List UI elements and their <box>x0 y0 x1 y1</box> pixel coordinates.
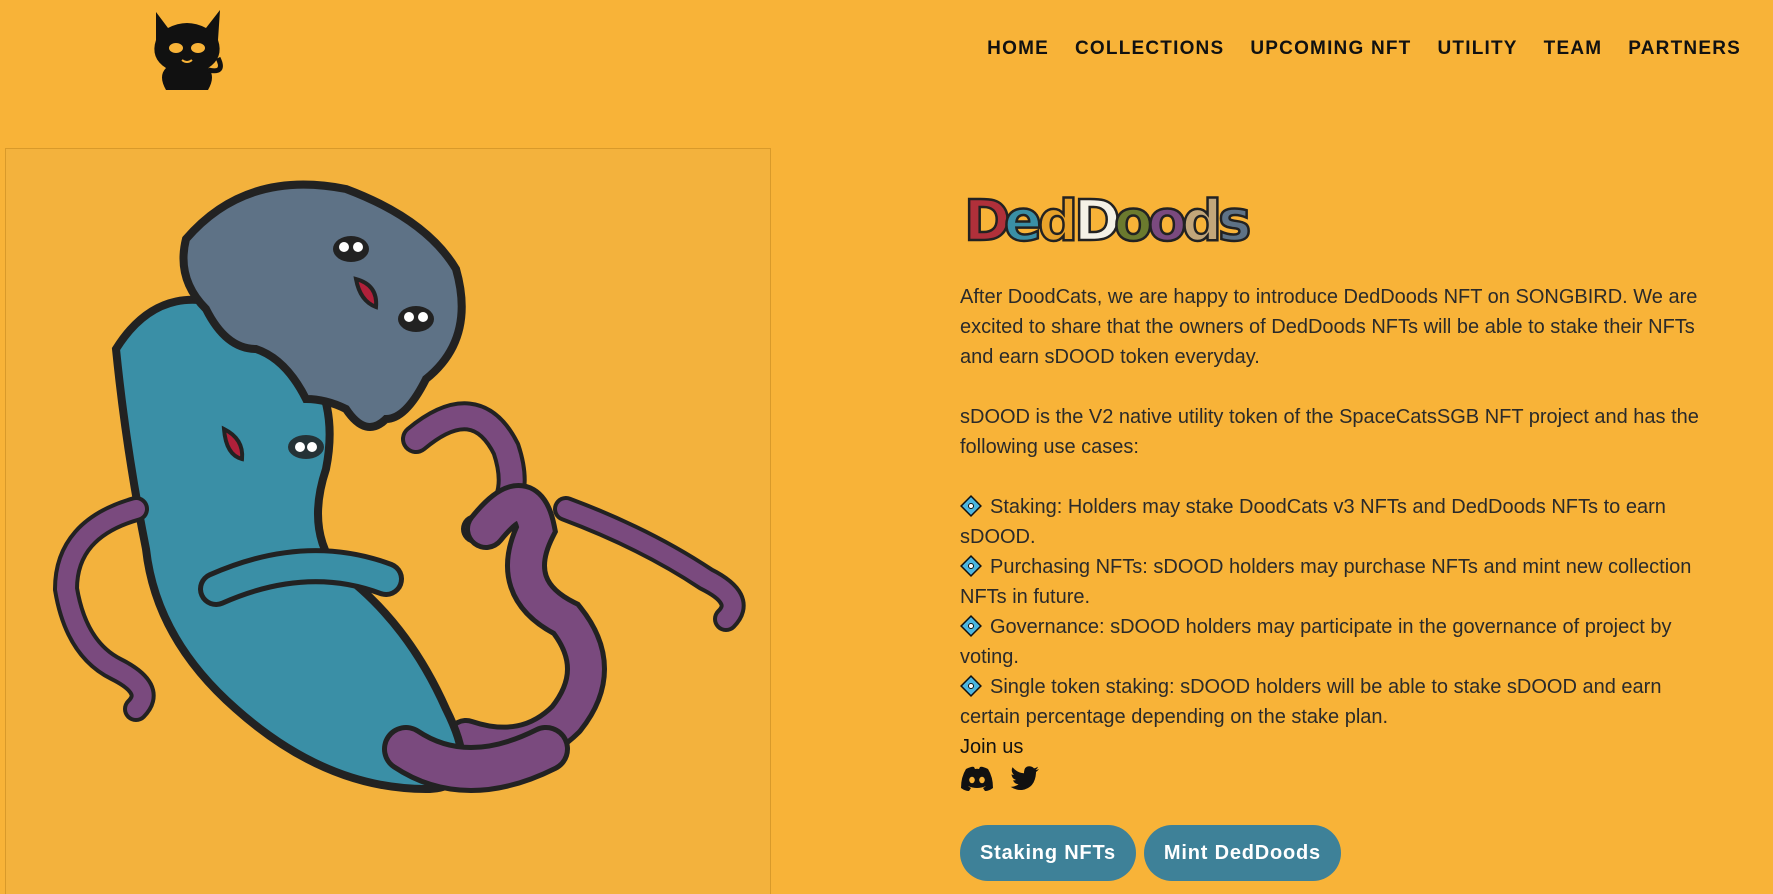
use-case-single-token-staking: Single token staking: sDOOD holders will… <box>960 675 1662 728</box>
staking-nfts-button[interactable]: Staking NFTs <box>960 825 1136 881</box>
svg-text:o: o <box>1114 189 1152 252</box>
token-description: sDOOD is the V2 native utility token of … <box>960 406 1699 458</box>
nav-collections[interactable]: COLLECTIONS <box>1075 38 1224 60</box>
svg-text:s: s <box>1218 189 1251 252</box>
social-links <box>960 764 1720 794</box>
intro-paragraph: After DoodCats, we are happy to introduc… <box>960 286 1698 368</box>
deddoods-illustration <box>5 148 771 894</box>
svg-text:e: e <box>1004 189 1042 252</box>
black-cat-icon <box>154 10 223 90</box>
nav-team[interactable]: TEAM <box>1544 38 1603 60</box>
action-buttons: Staking NFTs Mint DedDoods <box>960 825 1341 881</box>
discord-icon[interactable] <box>960 766 994 792</box>
use-case-purchasing: Purchasing NFTs: sDOOD holders may purch… <box>960 555 1692 608</box>
main-nav: HOME COLLECTIONS UPCOMING NFT UTILITY TE… <box>987 38 1741 60</box>
diamond-bullet-icon <box>960 555 982 577</box>
project-description: After DoodCats, we are happy to introduc… <box>960 282 1720 794</box>
deddoods-title-logo: D e d D o o d s <box>962 180 1262 256</box>
mint-deddoods-button[interactable]: Mint DedDoods <box>1143 825 1341 881</box>
nav-upcoming-nft[interactable]: UPCOMING NFT <box>1250 38 1411 60</box>
diamond-bullet-icon <box>960 615 982 637</box>
join-us-label: Join us <box>960 736 1024 758</box>
twitter-icon[interactable] <box>1010 766 1040 792</box>
nav-partners[interactable]: PARTNERS <box>1628 38 1741 60</box>
svg-text:d: d <box>1038 189 1078 252</box>
use-case-staking: Staking: Holders may stake DoodCats v3 N… <box>960 495 1666 548</box>
nav-utility[interactable]: UTILITY <box>1437 38 1517 60</box>
nav-home[interactable]: HOME <box>987 38 1049 60</box>
diamond-bullet-icon <box>960 675 982 697</box>
diamond-bullet-icon <box>960 495 982 517</box>
svg-text:d: d <box>1182 189 1222 252</box>
svg-text:o: o <box>1148 189 1186 252</box>
use-case-governance: Governance: sDOOD holders may participat… <box>960 615 1672 668</box>
site-logo[interactable] <box>146 4 228 96</box>
